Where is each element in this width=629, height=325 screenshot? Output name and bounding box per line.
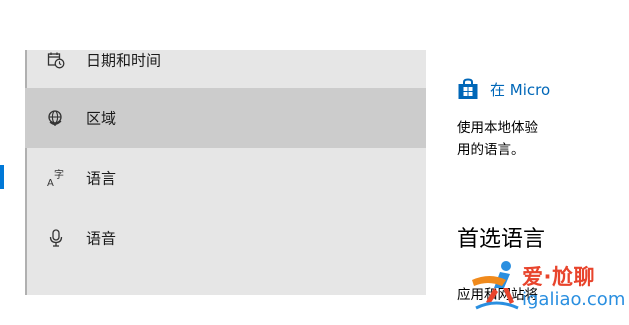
svg-text:字: 字 xyxy=(54,168,64,181)
nav-item-label: 语言 xyxy=(86,169,117,188)
content-pane: 在 Micro 使用本地体验 用的语言。 首选语言 应用和网站将 xyxy=(457,0,629,325)
microsoft-store-link[interactable]: 在 Micro xyxy=(490,79,550,100)
settings-nav-pane: 日期和时间 区域 A 字 语言 语音 xyxy=(25,50,426,295)
preferred-languages-description: 应用和网站将 xyxy=(457,287,538,303)
language-icon: A 字 xyxy=(46,168,66,188)
nav-item-label: 区域 xyxy=(86,109,117,128)
store-link-row[interactable]: 在 Micro xyxy=(457,78,550,100)
nav-item-region[interactable]: 区域 xyxy=(25,88,426,148)
store-bag-icon xyxy=(457,78,481,100)
description-line: 使用本地体验 xyxy=(457,120,538,136)
nav-item-label: 语音 xyxy=(86,229,117,248)
description-line: 用的语言。 xyxy=(457,142,525,158)
nav-item-speech[interactable]: 语音 xyxy=(25,208,426,268)
globe-icon xyxy=(46,108,66,128)
selected-item-indicator xyxy=(0,165,4,189)
nav-item-date-time[interactable]: 日期和时间 xyxy=(25,30,426,90)
calendar-clock-icon xyxy=(46,50,66,70)
language-description: 使用本地体验 用的语言。 xyxy=(457,117,629,161)
settings-window: 日期和时间 区域 A 字 语言 语音 在 Micro 使用本地体验 用的语言。 … xyxy=(0,0,629,325)
microphone-icon xyxy=(46,228,66,248)
preferred-languages-heading: 首选语言 xyxy=(457,227,546,252)
nav-item-label: 日期和时间 xyxy=(86,51,162,70)
svg-text:A: A xyxy=(47,178,54,188)
nav-item-language[interactable]: A 字 语言 xyxy=(25,148,426,208)
